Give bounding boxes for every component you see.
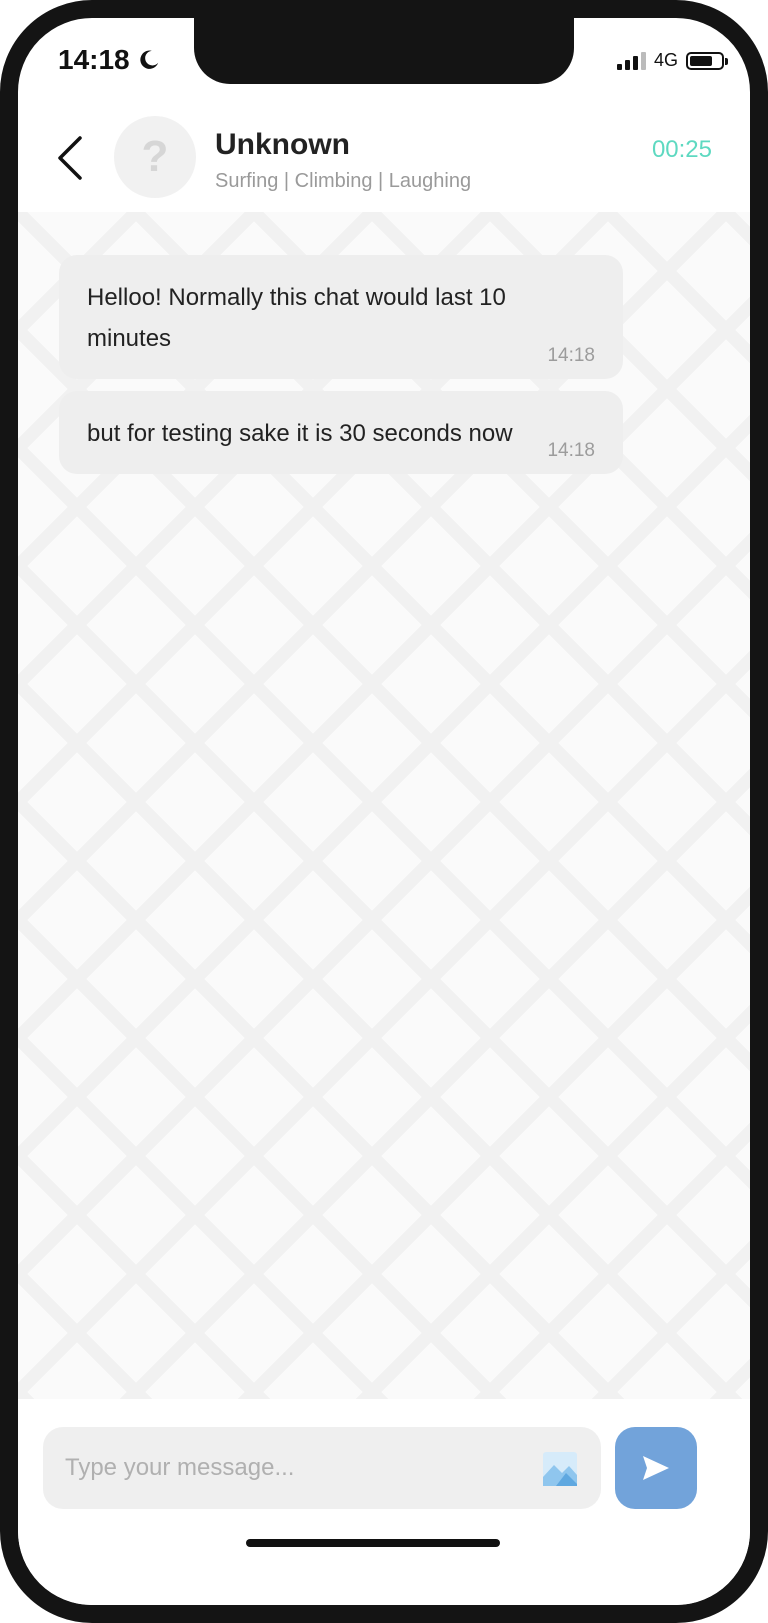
network-label: 4G — [653, 50, 678, 70]
message-bubble: Helloo! Normally this chat would last 10… — [59, 255, 623, 379]
phone-frame: 14:18 4G ? Unknown Surfing | Climbing | … — [0, 0, 768, 1623]
status-indicators: 4G — [616, 50, 728, 71]
notch — [194, 18, 574, 84]
image-icon[interactable] — [542, 1451, 578, 1487]
message-bubble: but for testing sake it is 30 seconds no… — [59, 391, 623, 474]
back-arrow-icon[interactable] — [56, 134, 86, 182]
status-time: 14:18 — [58, 44, 130, 75]
battery-icon — [686, 51, 728, 70]
send-button[interactable] — [615, 1427, 697, 1509]
contact-name: Unknown — [215, 128, 350, 161]
contact-tags: Surfing | Climbing | Laughing — [215, 170, 472, 192]
send-icon — [643, 1456, 669, 1480]
chat-timer: 00:25 — [651, 136, 712, 163]
avatar[interactable]: ? — [114, 116, 196, 198]
chat-messages-area[interactable]: Helloo! Normally this chat would last 10… — [18, 212, 750, 1399]
message-text: but for testing sake it is 30 seconds no… — [87, 420, 513, 447]
status-time-group: 14:18 — [58, 44, 160, 76]
message-composer — [18, 1399, 750, 1605]
message-input[interactable] — [43, 1427, 601, 1509]
moon-icon — [139, 50, 158, 69]
home-indicator[interactable] — [246, 1539, 500, 1547]
avatar-placeholder-glyph: ? — [141, 132, 169, 181]
chat-header: ? Unknown Surfing | Climbing | Laughing … — [18, 98, 750, 212]
signal-icon — [616, 51, 646, 70]
